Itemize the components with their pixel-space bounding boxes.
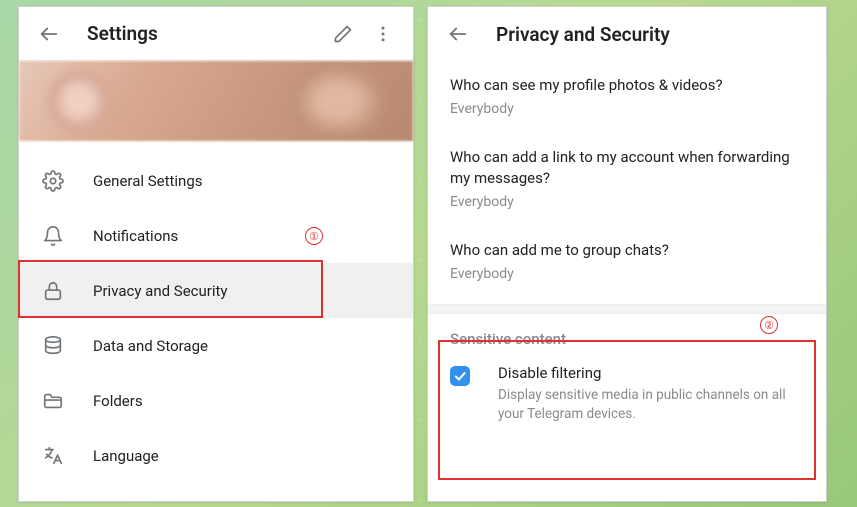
disable-filtering-row[interactable]: Disable filtering Display sensitive medi… — [428, 354, 826, 434]
disable-filtering-title: Disable filtering — [498, 364, 804, 382]
privacy-value: Everybody — [450, 101, 804, 117]
section-divider — [428, 304, 826, 314]
arrow-left-icon — [38, 23, 60, 45]
disable-filtering-description: Display sensitive media in public channe… — [498, 386, 804, 424]
menu-item-data[interactable]: Data and Storage — [19, 318, 413, 373]
database-icon — [41, 334, 65, 358]
menu-item-label: General Settings — [93, 172, 203, 190]
privacy-item-group-chats[interactable]: Who can add me to group chats? Everybody — [450, 226, 804, 298]
arrow-left-icon — [447, 23, 469, 45]
privacy-question: Who can add a link to my account when fo… — [450, 147, 804, 188]
gear-icon — [41, 169, 65, 193]
settings-header: Settings — [19, 7, 413, 61]
privacy-panel: Privacy and Security Who can see my prof… — [427, 6, 827, 502]
privacy-header: Privacy and Security — [428, 7, 826, 61]
settings-title: Settings — [87, 22, 323, 45]
annotation-number-1: ① — [305, 227, 323, 245]
settings-menu: General Settings Notifications Privacy a… — [19, 141, 413, 483]
menu-item-label: Language — [93, 447, 159, 465]
menu-item-general[interactable]: General Settings — [19, 153, 413, 208]
menu-item-label: Data and Storage — [93, 337, 208, 355]
back-button[interactable] — [438, 14, 478, 54]
privacy-options: Who can see my profile photos & videos? … — [428, 61, 826, 298]
edit-button[interactable] — [323, 14, 363, 54]
privacy-item-forward-link[interactable]: Who can add a link to my account when fo… — [450, 133, 804, 226]
privacy-value: Everybody — [450, 266, 804, 282]
disable-filtering-checkbox[interactable] — [450, 366, 470, 386]
menu-item-label: Notifications — [93, 227, 178, 245]
privacy-value: Everybody — [450, 194, 804, 210]
menu-item-language[interactable]: Language — [19, 428, 413, 483]
menu-item-privacy[interactable]: Privacy and Security — [19, 263, 413, 318]
more-button[interactable] — [363, 14, 403, 54]
lock-icon — [41, 279, 65, 303]
language-icon — [41, 444, 65, 468]
privacy-title: Privacy and Security — [496, 23, 816, 46]
menu-item-label: Privacy and Security — [93, 282, 228, 300]
privacy-item-photos[interactable]: Who can see my profile photos & videos? … — [450, 61, 804, 133]
menu-item-label: Folders — [93, 392, 143, 410]
profile-banner[interactable] — [19, 61, 413, 141]
privacy-question: Who can add me to group chats? — [450, 240, 804, 260]
privacy-question: Who can see my profile photos & videos? — [450, 75, 804, 95]
disable-filtering-content: Disable filtering Display sensitive medi… — [498, 364, 804, 424]
bell-icon — [41, 224, 65, 248]
menu-item-notifications[interactable]: Notifications — [19, 208, 413, 263]
pencil-icon — [333, 24, 353, 44]
dots-vertical-icon — [373, 24, 393, 44]
annotation-number-2: ② — [760, 316, 778, 334]
menu-item-folders[interactable]: Folders — [19, 373, 413, 428]
back-button[interactable] — [29, 14, 69, 54]
check-icon — [453, 369, 467, 383]
folder-icon — [41, 389, 65, 413]
settings-panel: Settings General Settings Notifications … — [18, 6, 414, 502]
